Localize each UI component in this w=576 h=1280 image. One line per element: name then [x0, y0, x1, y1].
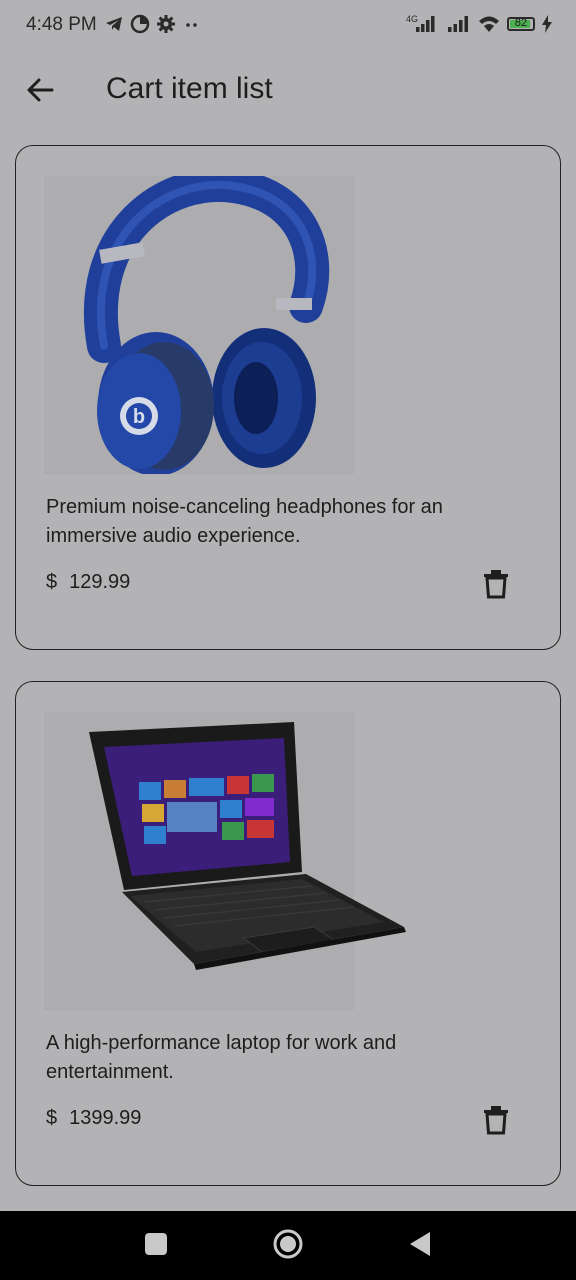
- item-price-row: $129.99: [46, 571, 130, 594]
- data-saver-icon: [130, 14, 150, 34]
- battery-level: 82: [514, 17, 528, 29]
- item-price-row: $1399.99: [46, 1107, 141, 1130]
- system-nav-bar: [0, 1211, 576, 1280]
- settings-icon: [157, 15, 175, 33]
- laptop-image: [44, 712, 406, 1010]
- trash-icon: [484, 1106, 508, 1135]
- item-description: A high-performance laptop for work and e…: [46, 1032, 397, 1083]
- delete-button[interactable]: [482, 569, 510, 599]
- status-left-icons: [104, 14, 202, 34]
- signal-icon: [448, 16, 468, 32]
- status-time: 4:48 PM: [26, 14, 97, 35]
- recents-square-icon[interactable]: [145, 1233, 167, 1255]
- item-price: 1399.99: [69, 1107, 142, 1129]
- currency-symbol: $: [46, 1107, 58, 1129]
- telegram-icon: [106, 17, 122, 31]
- currency-symbol: $: [46, 571, 58, 593]
- more-dots-icon: [186, 23, 197, 27]
- item-description: Premium noise-canceling headphones for a…: [46, 496, 443, 547]
- status-bar: 4:48 PM 4G 82: [0, 0, 576, 52]
- back-triangle-icon[interactable]: [408, 1231, 432, 1257]
- item-price: 129.99: [69, 571, 131, 593]
- app-bar: Cart item list: [0, 52, 576, 126]
- trash-icon: [484, 570, 508, 599]
- cart-item-card[interactable]: A high-performance laptop for work and e…: [15, 681, 561, 1186]
- back-button[interactable]: [18, 68, 62, 112]
- charging-icon: [542, 15, 552, 33]
- delete-button[interactable]: [482, 1105, 510, 1135]
- svg-text:b: b: [133, 406, 145, 428]
- arrow-back-icon: [27, 78, 54, 102]
- home-circle-icon[interactable]: [272, 1228, 304, 1260]
- signal-icon: 4G: [406, 14, 435, 32]
- network-type-label: 4G: [406, 14, 418, 24]
- cart-item-card[interactable]: b Premium noise-canceling headphones for…: [15, 145, 561, 650]
- status-right-icons: 4G 82: [406, 14, 552, 34]
- headphones-image: b: [44, 167, 354, 476]
- battery-icon: 82: [507, 17, 535, 31]
- page-title: Cart item list: [106, 72, 273, 105]
- wifi-icon: [479, 16, 499, 32]
